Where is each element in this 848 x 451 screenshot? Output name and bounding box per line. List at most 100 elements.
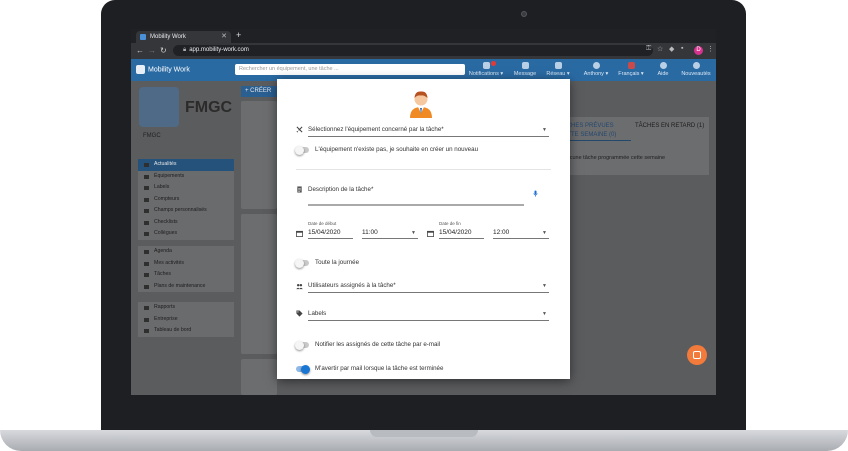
brand-logo[interactable]: Mobility Work <box>136 65 190 74</box>
labels-select[interactable]: Labels <box>308 310 326 317</box>
end-time-select[interactable]: 12:00 <box>493 229 509 236</box>
back-icon[interactable]: ← <box>136 46 144 55</box>
notify-me-toggle[interactable] <box>296 364 310 374</box>
sidebar-item-label: Champs personnalisés <box>154 207 207 213</box>
feed-card <box>241 101 277 209</box>
feed-card <box>241 214 277 354</box>
chevron-down-icon[interactable]: ▼ <box>542 283 547 289</box>
bell-icon <box>482 62 490 69</box>
sidebar-item-checklists[interactable]: Checklists <box>138 217 234 229</box>
chevron-down-icon[interactable]: ▼ <box>542 127 547 133</box>
user-icon <box>592 62 600 69</box>
forward-icon[interactable]: → <box>148 46 156 55</box>
reload-icon[interactable]: ↻ <box>160 46 167 55</box>
create-equipment-label: L'équipement n'existe pas, je souhaite e… <box>315 146 479 153</box>
start-date-label: Date de début <box>308 221 337 226</box>
description-field[interactable]: Description de la tâche* <box>308 186 373 193</box>
sidebar-item-label: Plans de maintenance <box>154 282 206 289</box>
search-input[interactable]: Rechercher un équipement, une tâche ... <box>235 64 465 75</box>
nav-network[interactable]: Réseau ▾ <box>545 62 571 77</box>
microphone-icon[interactable] <box>532 190 539 197</box>
sidebar-item-tableau[interactable]: Tableau de bord <box>138 325 234 337</box>
sidebar-item-actualites[interactable]: Actualités <box>138 159 234 171</box>
counter-icon <box>144 197 149 202</box>
equipment-icon <box>144 174 149 179</box>
sidebar-menu-reports: Rapports Entreprise Tableau de bord <box>138 302 234 337</box>
nav-user[interactable]: Anthony ▾ <box>581 62 611 77</box>
nav-language[interactable]: Français ▾ <box>615 62 647 77</box>
sidebar-item-taches[interactable]: Tâches <box>138 269 234 281</box>
checklist-icon <box>144 220 149 225</box>
sidebar-item-rapports[interactable]: Rapports <box>138 302 234 314</box>
chat-button[interactable] <box>687 345 707 365</box>
company-logo-text: FMGC <box>185 99 233 116</box>
extension-icon[interactable]: ◆ <box>669 45 674 53</box>
key-icon[interactable]: ⚿ <box>646 45 651 53</box>
toggle-knob <box>295 258 304 268</box>
sidebar-item-champs[interactable]: Champs personnalisés <box>138 205 234 217</box>
company-logo: FMGC <box>137 85 235 129</box>
profile-avatar[interactable]: D <box>694 46 703 55</box>
calendar-icon <box>144 250 149 254</box>
nav-help[interactable]: Aide <box>653 62 673 77</box>
favicon-icon <box>140 34 146 40</box>
network-icon <box>554 62 562 69</box>
people-icon <box>144 232 149 236</box>
sidebar-item-plans[interactable]: Plans de maintenance <box>138 281 234 293</box>
end-date-underline <box>439 238 484 239</box>
start-time-underline <box>362 238 418 239</box>
new-tab-icon[interactable]: + <box>236 30 241 40</box>
assigned-users-select[interactable]: Utilisateurs assignés à la tâche* <box>308 282 396 289</box>
calendar-icon <box>296 230 303 237</box>
address-bar[interactable]: 🔒︎ app.mobility-work.com <box>173 45 653 56</box>
tab-late-tasks[interactable]: TÂCHES EN RETARD (1) <box>635 122 707 131</box>
notify-me-label: M'avertir par mail lorsque la tâche est … <box>315 365 444 372</box>
nav-notifications[interactable]: Notifications ▾ <box>466 61 506 77</box>
sidebar-item-label: Collègues <box>154 230 178 236</box>
extension-icon-2[interactable]: ▪ <box>681 45 683 52</box>
equipment-select-underline <box>308 136 549 137</box>
create-task-modal: Sélectionnez l'équipement concerné par l… <box>277 79 570 379</box>
nav-news[interactable]: Nouveautés <box>679 62 713 77</box>
chevron-down-icon[interactable]: ▼ <box>542 311 547 317</box>
building-icon <box>144 317 149 322</box>
create-equipment-toggle[interactable] <box>295 145 309 155</box>
tasks-panel: TÂCHES PRÉVUES CETTE SEMAINE (0) TÂCHES … <box>557 117 709 175</box>
assigned-users-underline <box>308 292 549 293</box>
chevron-down-icon[interactable]: ▼ <box>542 230 547 236</box>
start-date-input[interactable]: 15/04/2020 <box>308 229 341 236</box>
nav-help-label: Aide <box>657 71 669 77</box>
start-time-select[interactable]: 11:00 <box>362 229 378 236</box>
sidebar-item-label: Équipements <box>154 172 185 179</box>
create-button[interactable]: + CRÉER <box>241 86 277 97</box>
chevron-down-icon[interactable]: ▼ <box>411 230 416 236</box>
notify-assignees-label: Notifier les assignés de cette tâche par… <box>315 341 441 348</box>
feed-card <box>241 359 277 395</box>
people-icon <box>296 283 303 290</box>
sidebar-item-entreprise[interactable]: Entreprise <box>138 314 234 326</box>
star-icon[interactable]: ☆ <box>657 45 663 53</box>
notify-assignees-toggle[interactable] <box>295 340 309 350</box>
toggle-knob <box>295 145 304 155</box>
menu-dots-icon[interactable]: ⋮ <box>707 45 714 53</box>
empty-tasks-note: Aucune tâche programmée cette semaine <box>563 155 666 161</box>
sidebar-item-equipements[interactable]: Équipements <box>138 171 234 183</box>
sidebar-item-labels[interactable]: Labels <box>138 182 234 194</box>
screen: Mobility Work ✕ + ← → ↻ 🔒︎ app.mobility-w… <box>131 29 716 395</box>
help-icon <box>659 62 667 69</box>
all-day-toggle[interactable] <box>295 258 309 268</box>
report-icon <box>144 306 149 310</box>
start-date-underline <box>308 238 353 239</box>
sidebar-item-compteurs[interactable]: Compteurs <box>138 194 234 206</box>
sidebar-item-activites[interactable]: Mes activités <box>138 258 234 270</box>
nav-messages[interactable]: Message <box>512 62 538 77</box>
end-date-input[interactable]: 15/04/2020 <box>439 229 472 236</box>
sidebar-item-collegues[interactable]: Collègues <box>138 228 234 240</box>
browser-tab[interactable]: Mobility Work ✕ <box>136 31 231 43</box>
sidebar-item-agenda[interactable]: Agenda <box>138 246 234 258</box>
close-tab-icon[interactable]: ✕ <box>221 31 227 43</box>
calendar-icon <box>427 230 434 237</box>
user-avatar-icon <box>406 87 436 118</box>
equipment-select[interactable]: Sélectionnez l'équipement concerné par l… <box>308 126 444 133</box>
dashboard-icon <box>144 329 149 333</box>
